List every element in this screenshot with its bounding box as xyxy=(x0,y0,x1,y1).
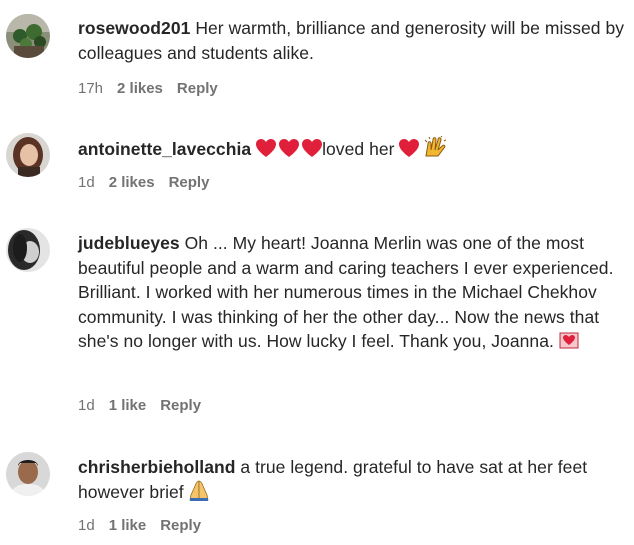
comment-meta: 1d 1 like Reply xyxy=(78,517,215,534)
folded-hands-icon xyxy=(189,480,209,501)
timestamp: 1d xyxy=(78,174,95,191)
raising-hands-icon xyxy=(424,136,447,158)
comment-meta: 1d 1 like Reply xyxy=(78,397,215,414)
comment-text: rosewood201 Her warmth, brilliance and g… xyxy=(78,16,630,65)
comment-meta: 1d 2 likes Reply xyxy=(78,174,223,191)
reply-button[interactable]: Reply xyxy=(160,397,201,414)
username[interactable]: antoinette_lavecchia xyxy=(78,139,251,159)
red-heart-icon xyxy=(302,139,323,158)
comment-body: loved her xyxy=(322,139,395,159)
comment-text: antoinette_lavecchia loved her xyxy=(78,136,630,162)
timestamp: 17h xyxy=(78,80,104,97)
red-heart-icon xyxy=(279,139,300,158)
comment-meta: 17h 2 likes Reply xyxy=(78,80,232,97)
comment-text: judeblueyes Oh ... My heart! Joanna Merl… xyxy=(78,231,630,354)
timestamp: 1d xyxy=(78,517,95,534)
reply-button[interactable]: Reply xyxy=(160,517,201,534)
red-heart-icon xyxy=(256,139,277,158)
username[interactable]: chrisherbieholland xyxy=(78,457,235,477)
reply-button[interactable]: Reply xyxy=(169,174,210,191)
likes-count[interactable]: 2 likes xyxy=(117,80,163,97)
comment-text: chrisherbieholland a true legend. gratef… xyxy=(78,455,630,504)
username[interactable]: rosewood201 xyxy=(78,18,190,38)
heart-letter-icon xyxy=(559,331,579,350)
likes-count[interactable]: 1 like xyxy=(109,517,147,534)
timestamp: 1d xyxy=(78,397,95,414)
avatar[interactable] xyxy=(6,452,50,496)
avatar[interactable] xyxy=(6,14,50,58)
likes-count[interactable]: 2 likes xyxy=(109,174,155,191)
reply-button[interactable]: Reply xyxy=(177,80,218,97)
avatar[interactable] xyxy=(6,228,50,272)
red-heart-icon xyxy=(399,139,420,158)
likes-count[interactable]: 1 like xyxy=(109,397,147,414)
username[interactable]: judeblueyes xyxy=(78,233,180,253)
avatar[interactable] xyxy=(6,133,50,177)
